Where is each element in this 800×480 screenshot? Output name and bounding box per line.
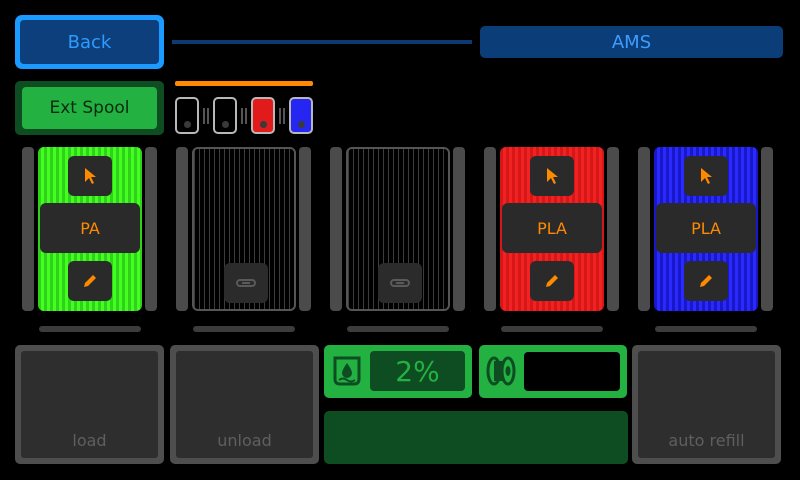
slot-4-edit-button[interactable] xyxy=(530,261,574,301)
slot-2-left-rail xyxy=(176,147,188,311)
slot-1-edit-button[interactable] xyxy=(68,261,112,301)
humidity-icon xyxy=(333,356,361,386)
mini-slot-2 xyxy=(213,97,237,134)
mini-slot-3 xyxy=(251,97,275,134)
load-button-label: load xyxy=(21,351,158,458)
slot-4[interactable]: PLA xyxy=(500,147,604,311)
slot-3[interactable] xyxy=(346,147,450,311)
slot-2[interactable] xyxy=(192,147,296,311)
active-slot-indicator xyxy=(175,81,313,86)
ext-spool-button[interactable]: Ext Spool xyxy=(15,81,164,135)
slot-2-status-bar xyxy=(193,326,295,332)
cursor-icon xyxy=(85,168,96,184)
slot-5-material: PLA xyxy=(656,203,756,253)
mini-slot-separator xyxy=(279,108,287,124)
slot-5-right-rail xyxy=(761,147,773,311)
slot-3-link-button[interactable] xyxy=(378,263,422,303)
slot-1-select-button[interactable] xyxy=(68,156,112,196)
slot-5-status-bar xyxy=(655,326,757,332)
slot-1-material: PA xyxy=(40,203,140,253)
cursor-icon xyxy=(701,168,712,184)
spool-status-value xyxy=(524,352,620,391)
slot-5-edit-button[interactable] xyxy=(684,261,728,301)
ext-spool-label: Ext Spool xyxy=(22,87,157,129)
slot-1-left-rail xyxy=(22,147,34,311)
pencil-icon xyxy=(546,275,558,287)
link-icon xyxy=(236,279,256,287)
mini-slot-separator xyxy=(241,108,249,124)
pencil-icon xyxy=(84,275,96,287)
status-message-panel xyxy=(324,411,628,464)
slot-4-status-bar xyxy=(501,326,603,332)
slot-3-right-rail xyxy=(453,147,465,311)
back-button-label: Back xyxy=(20,20,159,64)
mini-slot-1 xyxy=(175,97,199,134)
slot-4-left-rail xyxy=(484,147,496,311)
slot-5-left-rail xyxy=(638,147,650,311)
slot-5-select-button[interactable] xyxy=(684,156,728,196)
auto-refill-button-label: auto refill xyxy=(638,351,775,458)
cursor-icon xyxy=(547,168,558,184)
slot-3-left-rail xyxy=(330,147,342,311)
pencil-icon xyxy=(700,275,712,287)
slot-4-right-rail xyxy=(607,147,619,311)
mini-slot-separator xyxy=(203,108,211,124)
unload-button-label: unload xyxy=(176,351,313,458)
slot-4-material: PLA xyxy=(502,203,602,253)
ams-title-button[interactable]: AMS xyxy=(480,26,783,58)
spool-icon xyxy=(486,356,516,386)
slot-1-status-bar xyxy=(39,326,141,332)
auto-refill-button[interactable]: auto refill xyxy=(632,345,781,464)
slot-4-select-button[interactable] xyxy=(530,156,574,196)
back-button[interactable]: Back xyxy=(15,15,164,69)
slot-1[interactable]: PA xyxy=(38,147,142,311)
unload-button[interactable]: unload xyxy=(170,345,319,464)
slot-3-status-bar xyxy=(347,326,449,332)
humidity-panel: 2% xyxy=(324,345,472,398)
link-icon xyxy=(390,279,410,287)
slot-1-right-rail xyxy=(145,147,157,311)
header-divider xyxy=(172,40,472,44)
humidity-value: 2% xyxy=(370,351,465,391)
mini-slot-4 xyxy=(289,97,313,134)
slot-5[interactable]: PLA xyxy=(654,147,758,311)
load-button[interactable]: load xyxy=(15,345,164,464)
spool-status-panel xyxy=(479,345,627,398)
slot-2-link-button[interactable] xyxy=(224,263,268,303)
slot-2-right-rail xyxy=(299,147,311,311)
